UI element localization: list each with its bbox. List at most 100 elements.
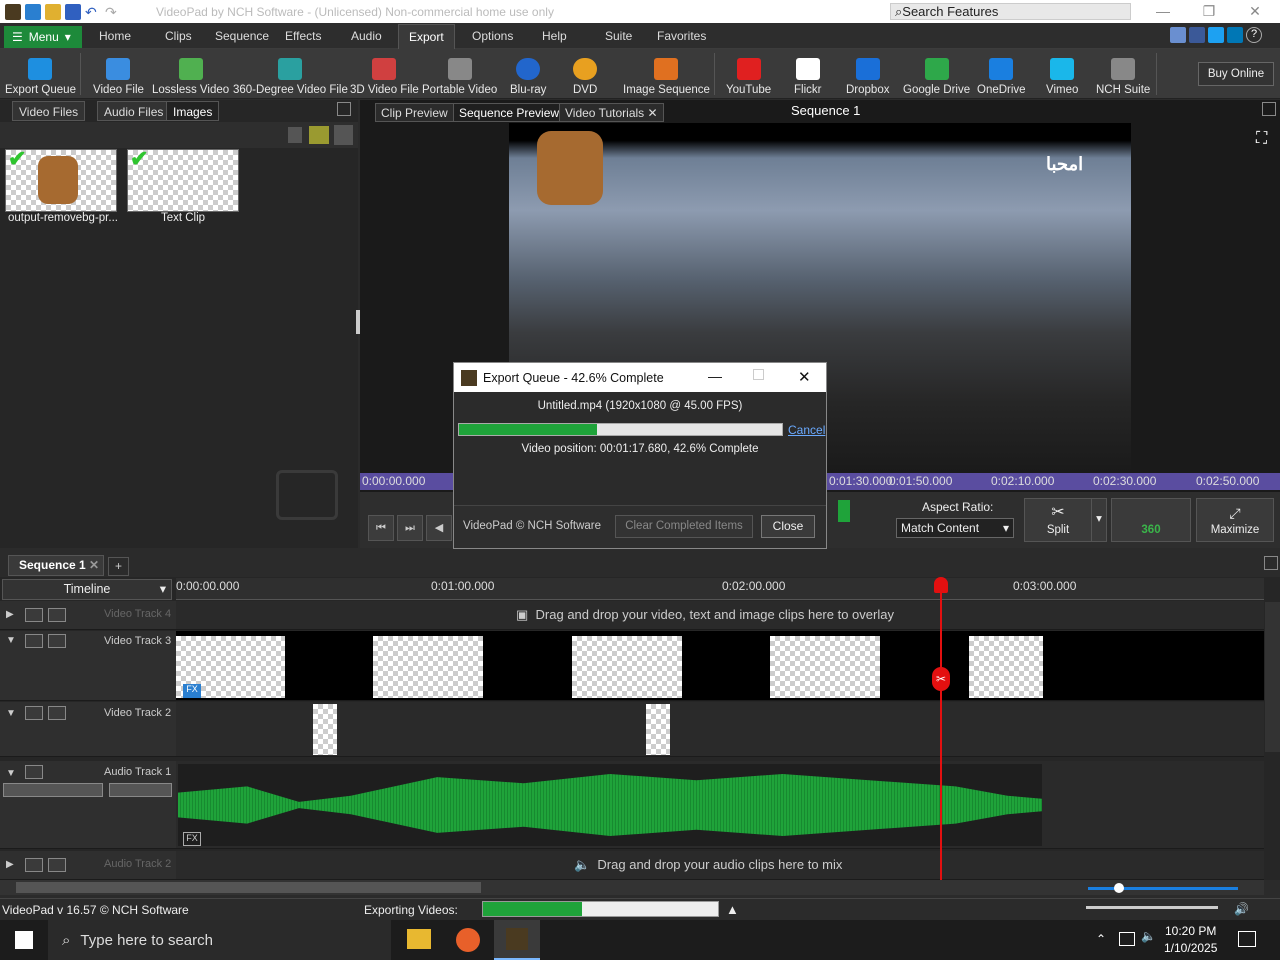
youtube-button[interactable]: YouTube [726,52,771,96]
close-button[interactable]: Close [761,515,815,538]
track-options-icon[interactable] [48,858,66,872]
trash-icon[interactable] [288,127,302,143]
restore-button[interactable]: ❐ [1186,0,1232,23]
timeline-ruler[interactable] [176,578,1264,600]
tab-sequence-preview[interactable]: Sequence Preview [453,103,566,122]
track-video-4[interactable]: ▣ Drag and drop your video, text and ima… [176,601,1264,630]
speaker-icon[interactable] [25,858,43,872]
timeline-clip[interactable] [770,636,880,698]
lossless-video-button[interactable]: Lossless Video [152,52,229,96]
new-project-icon[interactable] [25,3,41,20]
like-icon[interactable] [1170,27,1186,43]
image-sequence-button[interactable]: Image Sequence [623,52,710,96]
playhead-handle[interactable] [934,577,948,593]
timeline-clip[interactable] [373,636,483,698]
track-options-icon[interactable] [48,608,66,622]
network-icon[interactable] [1119,932,1135,946]
linkedin-icon[interactable] [1227,27,1243,43]
track-options-icon[interactable] [48,706,66,720]
twitter-icon[interactable] [1208,27,1224,43]
volume-icon[interactable]: 🔊 [1234,902,1249,916]
videopad-taskbar-button[interactable] [494,920,540,960]
track-audio-1[interactable]: FX [176,761,1264,849]
tab-video-files[interactable]: Video Files [12,101,86,121]
scissors-icon[interactable]: ✂ [932,667,950,691]
tab-sequence[interactable]: Sequence [205,24,279,49]
step-back-icon[interactable]: ◀ [426,515,452,541]
tab-images[interactable]: Images [166,101,220,121]
playhead[interactable] [940,580,942,880]
volume-slider[interactable] [3,783,103,797]
bin-item[interactable]: ✔ output-removebg-pr... [4,146,122,224]
nch-suite-button[interactable]: NCH Suite [1096,52,1150,96]
zoom-slider[interactable] [1088,887,1238,890]
taskbar-clock[interactable]: 10:20 PM 1/10/2025 [1164,923,1217,957]
dvd-button[interactable]: DVD [573,52,597,96]
timeline-clip[interactable] [646,704,670,755]
collapse-icon[interactable]: ▼ [6,768,16,779]
open-project-icon[interactable] [45,3,61,20]
list-view-icon[interactable] [334,125,353,145]
track-audio-2[interactable]: 🔈 Drag and drop your audio clips here to… [176,851,1264,880]
split-dropdown-button[interactable]: ▾ [1091,498,1107,542]
track-video-3[interactable]: FX [176,631,1264,701]
scrollbar-thumb[interactable] [16,882,481,893]
previous-clip-icon[interactable]: ⏭ [397,515,423,541]
export-queue-button[interactable]: Export Queue [5,52,76,96]
bluray-button[interactable]: Blu-ray [510,52,546,96]
flickr-button[interactable]: Flickr [794,52,821,96]
tab-sequence-1[interactable]: Sequence 1 ✕ [8,555,104,576]
expand-icon[interactable]: ▶ [6,859,14,870]
tab-effects[interactable]: Effects [275,24,331,49]
3d-video-button[interactable]: 3D Video File [350,52,419,96]
master-volume-slider[interactable] [1086,906,1218,909]
cancel-link[interactable]: Cancel [788,423,825,437]
onedrive-button[interactable]: OneDrive [977,52,1026,96]
chevron-up-icon[interactable]: ⌃ [1096,932,1106,946]
fullscreen-icon[interactable]: ⛶ [1256,130,1267,148]
tab-audio-files[interactable]: Audio Files [97,101,171,121]
zoom-slider-knob[interactable] [1114,883,1124,893]
facebook-icon[interactable] [1189,27,1205,43]
close-tab-icon[interactable]: ✕ [89,558,99,572]
timeline-mode-select[interactable]: Timeline ▾ [2,579,172,600]
track-options-icon[interactable] [48,634,66,648]
tab-clip-preview[interactable]: Clip Preview [375,103,454,122]
tab-favorites[interactable]: Favorites [647,24,716,49]
360-video-button[interactable]: 360-Degree Video File [233,52,348,96]
tab-audio[interactable]: Audio [341,24,392,49]
add-sequence-button[interactable]: + [108,557,129,576]
menu-button[interactable]: ☰ Menu ▾ [4,26,82,48]
360-button[interactable]: 360 [1111,498,1191,542]
help-icon[interactable]: ? [1246,27,1262,43]
expand-up-icon[interactable]: ▲ [726,902,739,917]
tab-clips[interactable]: Clips [155,24,202,49]
tab-suite[interactable]: Suite [595,24,642,49]
add-folder-icon[interactable] [309,126,329,144]
minimize-button[interactable]: — [1140,0,1186,23]
firefox-icon[interactable] [456,928,480,952]
timeline-clip[interactable] [572,636,682,698]
speaker-icon[interactable] [25,765,43,779]
timeline-clip[interactable] [969,636,1043,698]
file-explorer-icon[interactable] [407,929,431,949]
tab-options[interactable]: Options [462,24,523,49]
timeline-clip[interactable] [313,704,337,755]
taskbar-search[interactable]: ⌕ Type here to search [48,920,391,960]
close-tab-icon[interactable]: ✕ [648,106,658,120]
tab-export[interactable]: Export [398,24,455,49]
speaker-icon[interactable]: 🔈 [1141,929,1156,943]
close-window-button[interactable]: ✕ [1232,0,1278,23]
tab-video-tutorials[interactable]: Video Tutorials ✕ [559,103,664,122]
undock-icon[interactable] [1264,556,1278,570]
clear-completed-button[interactable]: Clear Completed Items [615,515,753,538]
notifications-icon[interactable] [1238,931,1256,947]
fx-icon[interactable]: FX [183,832,201,846]
pan-slider[interactable] [109,783,172,797]
track-video-2[interactable] [176,702,1264,757]
save-icon[interactable] [65,3,81,20]
collapse-icon[interactable]: ▼ [6,635,16,646]
dialog-close-button[interactable]: ✕ [798,368,811,386]
bin-item[interactable]: ✔ Text Clip [124,146,242,224]
dropbox-button[interactable]: Dropbox [846,52,889,96]
